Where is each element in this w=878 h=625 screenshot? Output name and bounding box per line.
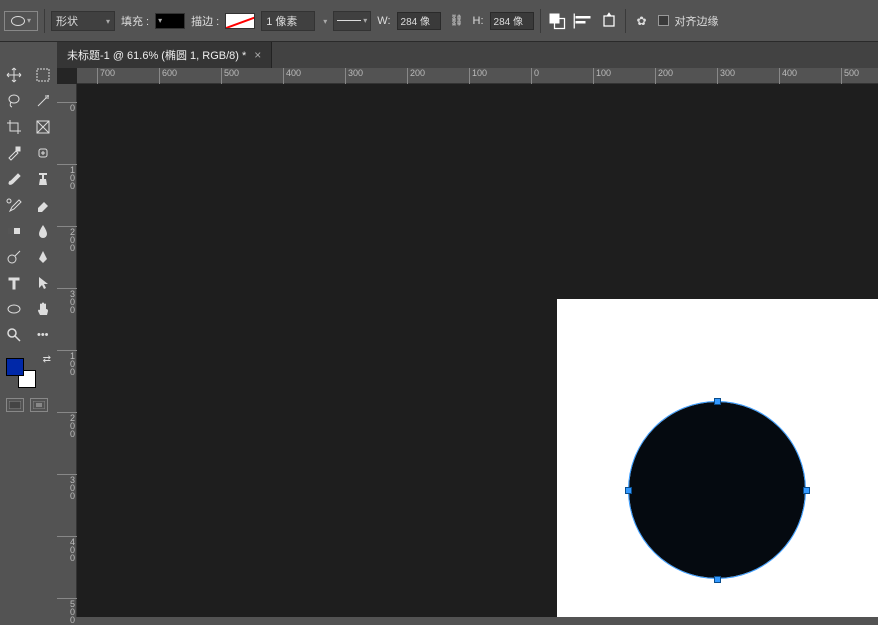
- shape-mode-label: 形状: [56, 13, 78, 29]
- ellipse-shape-tool[interactable]: [0, 296, 29, 322]
- selection-handle-bottom[interactable]: [714, 576, 721, 583]
- pen-tool[interactable]: [29, 244, 58, 270]
- gradient-tool[interactable]: [0, 218, 29, 244]
- tool-grid: •••: [0, 62, 57, 348]
- document-tab-title: 未标题-1 @ 61.6% (椭圆 1, RGB/8) *: [67, 47, 246, 63]
- ruler-tick: 700: [97, 68, 115, 84]
- standard-mode-button[interactable]: [6, 398, 24, 412]
- color-swatches: ⇄: [0, 352, 57, 392]
- brush-tool[interactable]: [0, 166, 29, 192]
- ruler-tick: 500: [221, 68, 239, 84]
- ruler-tick: 200: [655, 68, 673, 84]
- separator: [625, 9, 626, 33]
- screen-mode-button[interactable]: [30, 398, 48, 412]
- zoom-tool[interactable]: [0, 322, 29, 348]
- magic-wand-tool[interactable]: [29, 88, 58, 114]
- link-icon[interactable]: ⛓: [447, 11, 467, 31]
- ruler-horizontal[interactable]: 700 600 500 400 300 200 100 0 100 200 300 400 500: [77, 68, 878, 84]
- foreground-color[interactable]: [6, 358, 24, 376]
- separator: [540, 9, 541, 33]
- separator: [44, 9, 45, 33]
- ruler-tick: 300: [57, 288, 77, 314]
- options-bar: 形状 填充 : 描边 : 1 像素 W: ⛓ H: ✿ 对齐边缘: [0, 0, 878, 42]
- chevron-down-icon[interactable]: [321, 15, 327, 27]
- ruler-vertical[interactable]: 0100200300100200300400500: [57, 84, 77, 617]
- ruler-tick: 300: [717, 68, 735, 84]
- tools-panel: ••• ⇄: [0, 42, 57, 617]
- chevron-down-icon: [104, 15, 110, 27]
- width-field[interactable]: [397, 12, 441, 30]
- stroke-width-value: 1 像素: [266, 13, 297, 29]
- selection-handle-top[interactable]: [714, 398, 721, 405]
- stroke-style-dropdown[interactable]: [333, 11, 371, 31]
- type-tool[interactable]: [0, 270, 29, 296]
- h-label: H:: [473, 15, 484, 27]
- history-brush-tool[interactable]: [0, 192, 29, 218]
- tool-preset-dropdown[interactable]: [4, 11, 38, 31]
- stroke-width-field[interactable]: 1 像素: [261, 11, 315, 31]
- workspace: 未标题-1 @ 61.6% (椭圆 1, RGB/8) * × 700 600 50…: [57, 42, 878, 617]
- canvas-area[interactable]: [77, 84, 878, 617]
- selection-handle-left[interactable]: [625, 487, 632, 494]
- lasso-tool[interactable]: [0, 88, 29, 114]
- eraser-tool[interactable]: [29, 192, 58, 218]
- eyedropper-tool[interactable]: [0, 140, 29, 166]
- align-edges-label: 对齐边缘: [675, 13, 719, 29]
- shape-mode-dropdown[interactable]: 形状: [51, 11, 115, 31]
- ruler-tick: 400: [283, 68, 301, 84]
- ellipse-icon: [11, 16, 25, 26]
- marquee-tool[interactable]: [29, 62, 58, 88]
- w-label: W:: [377, 15, 390, 27]
- document-tab[interactable]: 未标题-1 @ 61.6% (椭圆 1, RGB/8) * ×: [57, 42, 272, 68]
- height-field[interactable]: [490, 12, 534, 30]
- ruler-tick: 0: [57, 102, 77, 112]
- ruler-tick: 400: [57, 536, 77, 562]
- ruler-tick: 500: [57, 598, 77, 624]
- clone-stamp-tool[interactable]: [29, 166, 58, 192]
- ruler-tick: 300: [345, 68, 363, 84]
- stroke-swatch[interactable]: [225, 13, 255, 29]
- align-edges-checkbox[interactable]: [658, 15, 669, 26]
- ruler-tick: 100: [57, 350, 77, 376]
- main-area: ••• ⇄ 未标题-1 @ 61.6% (椭圆 1, RGB/8) * × 70…: [0, 42, 878, 617]
- fill-label: 填充 :: [121, 13, 149, 29]
- close-icon[interactable]: ×: [254, 48, 261, 62]
- path-selection-tool[interactable]: [29, 270, 58, 296]
- mask-mode-buttons: [0, 392, 57, 412]
- ruler-tick: 200: [57, 226, 77, 252]
- move-tool[interactable]: [0, 62, 29, 88]
- swap-colors-icon[interactable]: ⇄: [43, 354, 51, 365]
- ruler-tick: 600: [159, 68, 177, 84]
- stroke-label: 描边 :: [191, 13, 219, 29]
- ruler-tick: 200: [57, 412, 77, 438]
- healing-brush-tool[interactable]: [29, 140, 58, 166]
- frame-tool[interactable]: [29, 114, 58, 140]
- ellipse-shape[interactable]: [629, 402, 805, 578]
- dodge-tool[interactable]: [0, 244, 29, 270]
- ruler-tick: 100: [57, 164, 77, 190]
- document-tab-bar: 未标题-1 @ 61.6% (椭圆 1, RGB/8) * ×: [57, 42, 878, 68]
- selection-handle-right[interactable]: [803, 487, 810, 494]
- ruler-tick: 200: [407, 68, 425, 84]
- path-arrangement-icon[interactable]: [599, 11, 619, 31]
- ruler-tick: 100: [469, 68, 487, 84]
- path-operations-icon[interactable]: [547, 11, 567, 31]
- ruler-tick: 100: [593, 68, 611, 84]
- ruler-tick: 500: [841, 68, 859, 84]
- ruler-tick: 400: [779, 68, 797, 84]
- more-tools[interactable]: •••: [29, 322, 58, 348]
- blur-tool[interactable]: [29, 218, 58, 244]
- ruler-tick: 300: [57, 474, 77, 500]
- gear-icon[interactable]: ✿: [632, 11, 652, 31]
- fill-swatch[interactable]: [155, 13, 185, 29]
- line-icon: [337, 20, 361, 21]
- hand-tool[interactable]: [29, 296, 58, 322]
- ruler-tick: 0: [531, 68, 539, 84]
- path-alignment-icon[interactable]: [573, 11, 593, 31]
- crop-tool[interactable]: [0, 114, 29, 140]
